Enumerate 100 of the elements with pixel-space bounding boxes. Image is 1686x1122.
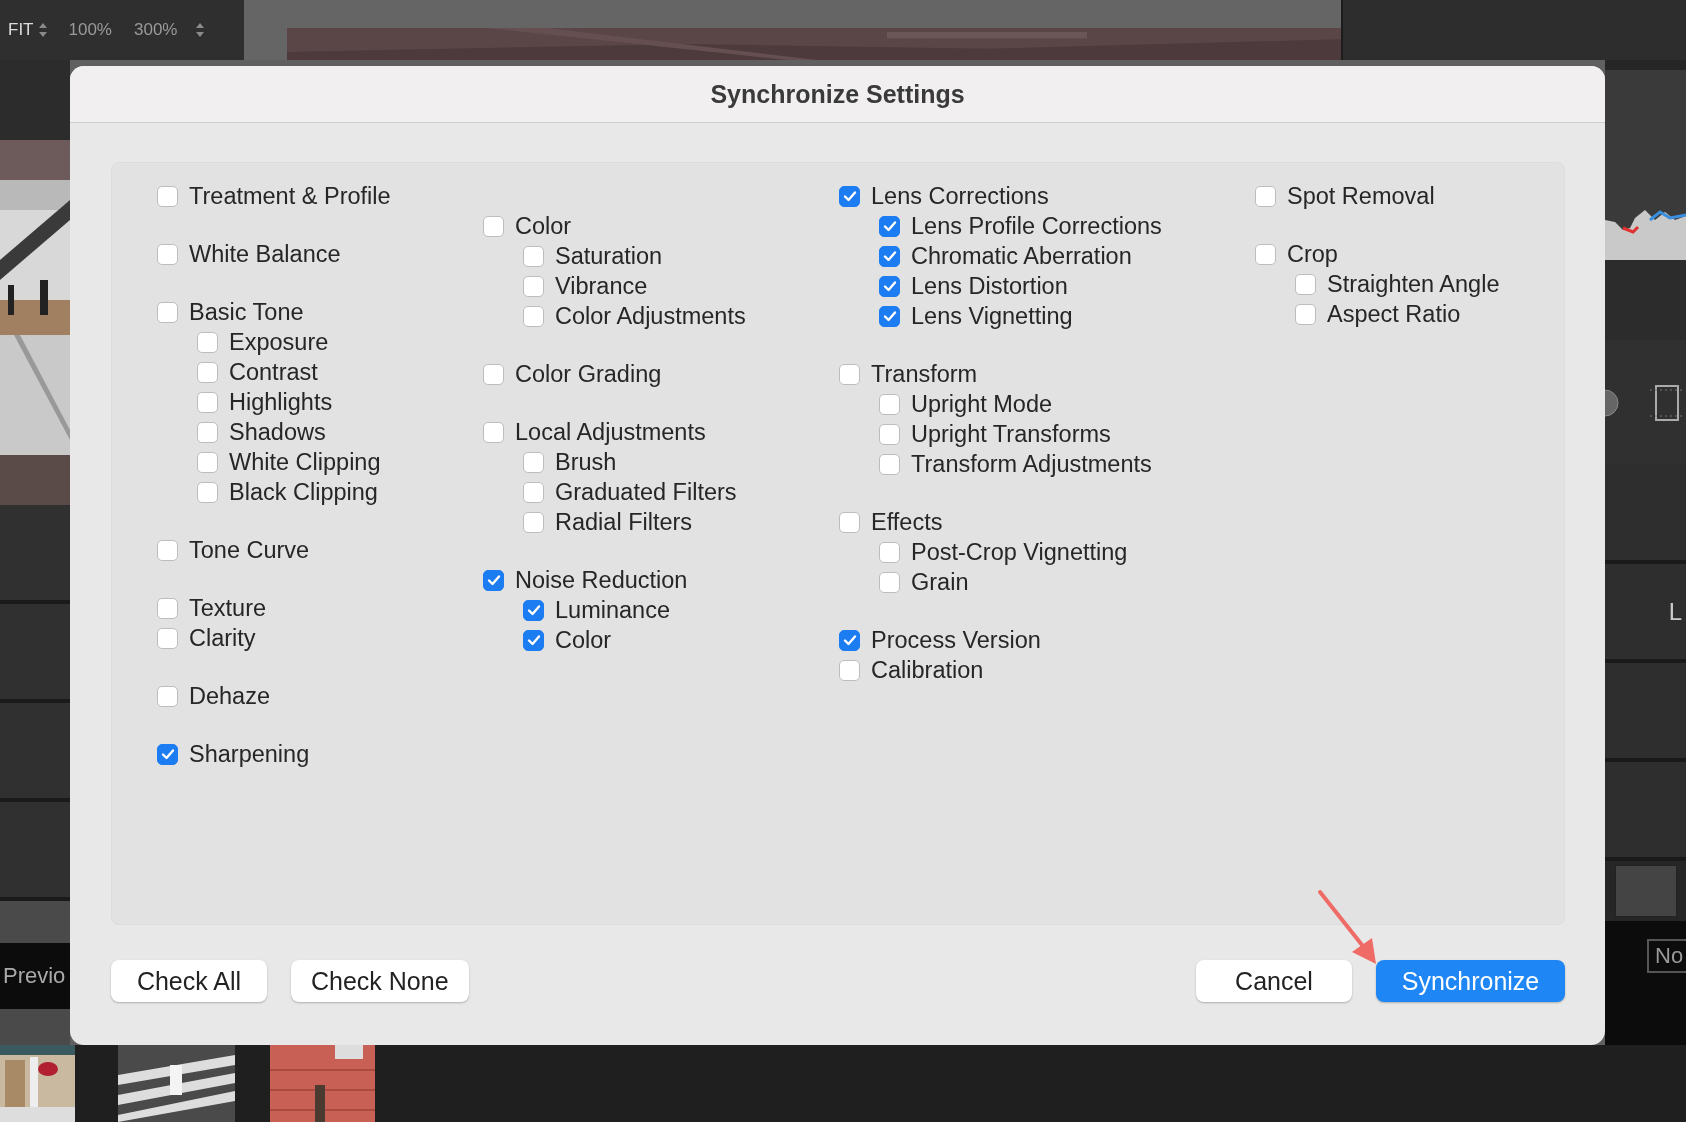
checkbox-label: Brush [555,448,617,476]
checkmark-icon [525,632,542,648]
checkbox[interactable] [1255,185,1276,207]
checkbox-label: Upright Transforms [911,420,1111,448]
checkbox[interactable] [879,541,900,563]
checkbox-label: Chromatic Aberration [911,242,1132,270]
checkbox-label: Local Adjustments [515,418,706,446]
checkbox[interactable] [523,599,544,621]
checkbox-label: Radial Filters [555,508,693,536]
checkmark-icon [485,572,502,588]
checkbox-label: Color Adjustments [555,302,746,330]
checkbox[interactable] [839,629,860,651]
checkbox[interactable] [483,363,504,385]
dialog-title: Synchronize Settings [70,66,1605,123]
checkbox-label: Straighten Angle [1327,270,1500,298]
checkbox-label: Clarity [189,624,256,652]
checkbox[interactable] [197,391,218,413]
checkmark-icon [525,602,542,618]
zoom-option[interactable]: FIT [8,20,34,40]
checkbox[interactable] [839,363,860,385]
checkbox-label: Tone Curve [189,536,310,564]
checkbox-label: Post-Crop Vignetting [911,538,1128,566]
checkbox[interactable] [879,453,900,475]
checkmark-icon [881,278,898,294]
checkmark-icon [881,248,898,264]
cancel-button[interactable]: Cancel [1196,960,1352,1002]
checkbox-label: Exposure [229,328,329,356]
stepper-icon[interactable] [196,23,205,37]
checkbox-label: Color [555,626,612,654]
checkbox[interactable] [523,275,544,297]
checkbox[interactable] [523,451,544,473]
checkbox-label: Effects [871,508,943,536]
checkbox[interactable] [879,275,900,297]
checkbox[interactable] [157,185,178,207]
checkbox-label: Luminance [555,596,670,624]
checkbox[interactable] [523,511,544,533]
checkbox[interactable] [157,685,178,707]
checkbox[interactable] [157,301,178,323]
checkbox-label: Saturation [555,242,663,270]
checkbox[interactable] [523,305,544,327]
checkmark-icon [841,632,858,648]
dialog-button[interactable]: Check All [111,960,267,1002]
checkbox[interactable] [1295,303,1316,325]
checkbox-label: Highlights [229,388,333,416]
checkbox[interactable] [157,627,178,649]
checkbox-label: Graduated Filters [555,478,737,506]
zoom-option[interactable]: 100% [68,20,112,40]
checkbox-label: Sharpening [189,740,310,768]
checkbox[interactable] [197,421,218,443]
checkbox-label: Process Version [871,626,1041,654]
checkbox[interactable] [879,305,900,327]
checkbox-label: Grain [911,568,969,596]
checkbox[interactable] [839,185,860,207]
checkbox-label: Contrast [229,358,318,386]
checkbox[interactable] [197,451,218,473]
panel-button[interactable] [1615,865,1677,917]
checkbox-label: Vibrance [555,272,648,300]
checkbox[interactable] [1255,243,1276,265]
dropdown-field[interactable]: No [1647,939,1686,973]
dialog-button[interactable]: Check None [291,960,469,1002]
checkbox-label: Lens Distortion [911,272,1068,300]
stepper-icon[interactable] [38,23,47,37]
zoom-option[interactable]: 300% [134,20,178,40]
checkmark-icon [159,746,176,762]
checkbox-label: Calibration [871,656,984,684]
checkbox[interactable] [157,597,178,619]
checkbox-label: Noise Reduction [515,566,688,594]
checkbox-label: Lens Profile Corrections [911,212,1162,240]
panel-button-label[interactable]: Previo [0,963,66,989]
checkbox-label: Shadows [229,418,326,446]
checkbox[interactable] [879,245,900,267]
checkbox[interactable] [523,245,544,267]
checkbox[interactable] [879,571,900,593]
synchronize-button[interactable]: Synchronize [1376,960,1565,1002]
checkbox[interactable] [839,511,860,533]
checkmark-icon [881,218,898,234]
checkbox[interactable] [157,743,178,765]
checkbox[interactable] [197,331,218,353]
checkbox[interactable] [483,215,504,237]
checkbox-label: Crop [1287,240,1338,268]
checkbox[interactable] [523,629,544,651]
checkbox-label: Lens Corrections [871,182,1049,210]
checkbox[interactable] [523,481,544,503]
side-panel [0,1009,70,1045]
checkbox-label: Texture [189,594,267,622]
checkbox[interactable] [483,421,504,443]
checkbox[interactable] [197,361,218,383]
checkbox[interactable] [879,215,900,237]
checkbox-label: Upright Mode [911,390,1053,418]
checkbox-label: Lens Vignetting [911,302,1073,330]
checkbox[interactable] [157,243,178,265]
checkbox[interactable] [157,539,178,561]
checkbox-label: Aspect Ratio [1327,300,1461,328]
checkbox[interactable] [879,393,900,415]
checkbox[interactable] [1295,273,1316,295]
checkbox-label: Treatment & Profile [189,182,391,210]
checkbox[interactable] [839,659,860,681]
checkbox[interactable] [879,423,900,445]
checkbox[interactable] [483,569,504,591]
checkbox[interactable] [197,481,218,503]
